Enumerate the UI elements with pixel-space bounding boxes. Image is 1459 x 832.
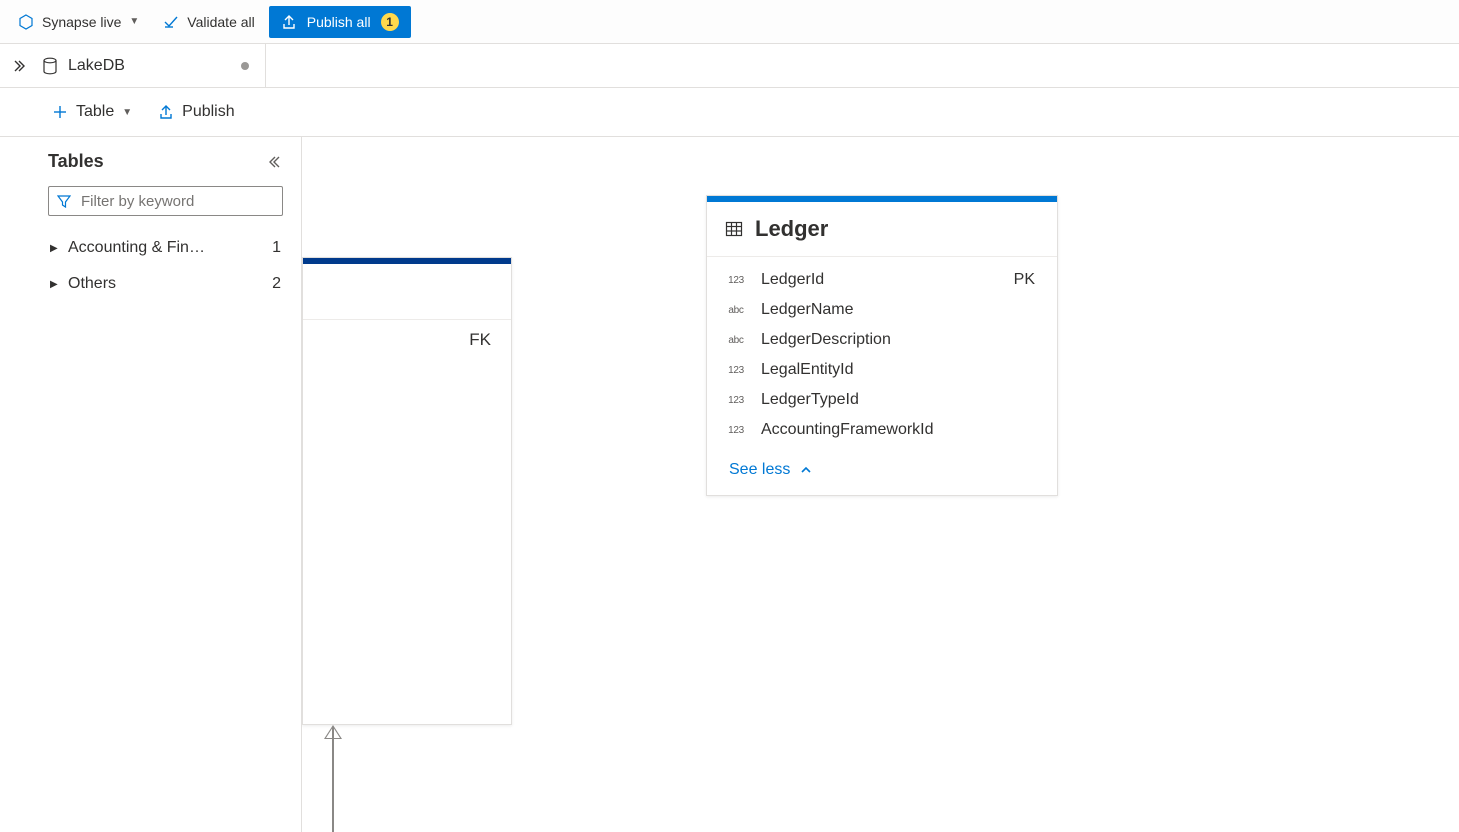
mode-switcher[interactable]: Synapse live ▼ [8,6,149,38]
top-command-bar: Synapse live ▼ Validate all Publish all … [0,0,1459,44]
column-row[interactable]: abc LedgerDescription [707,325,1057,355]
column-name: LedgerTypeId [761,391,1021,409]
type-icon-numeric: 123 [725,395,747,406]
column-name: LedgerName [761,301,1021,319]
column-key-label: FK [469,330,491,350]
publish-label: Publish [182,103,234,121]
chevron-up-icon [800,464,812,476]
tree-group-accounting[interactable]: ▶ Accounting & Fin… 1 [48,230,283,266]
entity-card-ledger[interactable]: Ledger 123 LedgerId PK abc LedgerName ab… [706,195,1058,496]
column-row[interactable]: 123 AccountingFrameworkId [707,415,1057,445]
column-name: LegalEntityId [761,361,1021,379]
tab-lakedb[interactable]: LakeDB [36,44,266,87]
tables-sidebar: Tables ▶ Accounting & Fin… 1 ▶ Others 2 [0,137,302,832]
type-icon-string: abc [725,335,747,346]
tab-title: LakeDB [68,57,125,75]
validate-label: Validate all [187,14,254,30]
entity-title: Ledger [755,216,828,242]
type-icon-numeric: 123 [725,275,747,286]
table-icon [725,220,743,238]
caret-right-icon: ▶ [50,279,58,290]
column-row[interactable]: 123 LedgerId PK [707,265,1057,295]
column-row[interactable]: 123 LedgerTypeId [707,385,1057,415]
tree-group-label: Others [68,275,262,293]
tree-group-count: 2 [272,275,281,293]
collapse-sidebar-button[interactable] [269,155,283,169]
type-icon-numeric: 123 [725,425,747,436]
plus-icon [52,104,68,120]
caret-right-icon: ▶ [50,243,58,254]
checkmark-icon [163,14,179,30]
validate-all-button[interactable]: Validate all [153,6,264,38]
designer-canvas[interactable]: FK Ledger 123 [302,137,1459,832]
mode-label: Synapse live [42,14,121,30]
see-less-label: See less [729,461,790,479]
filter-icon [57,194,71,208]
column-row[interactable]: abc LedgerName [707,295,1057,325]
publish-label: Publish all [307,14,371,30]
relation-arrow-line [332,727,334,832]
column-row[interactable]: 123 LegalEntityId [707,355,1057,385]
filter-input[interactable] [79,192,282,211]
chevron-down-icon: ▼ [129,16,139,27]
see-less-toggle[interactable]: See less [707,453,1057,495]
publish-all-button[interactable]: Publish all 1 [269,6,411,38]
add-table-label: Table [76,103,114,121]
upload-icon [158,104,174,120]
publish-count-badge: 1 [381,13,399,31]
main-split: Tables ▶ Accounting & Fin… 1 ▶ Others 2 [0,136,1459,832]
type-icon-numeric: 123 [725,365,747,376]
column-name: LedgerDescription [761,331,1021,349]
tree-group-count: 1 [272,239,281,257]
column-name: LedgerId [761,271,1000,289]
filter-input-wrapper[interactable] [48,186,283,216]
entity-columns: 123 LedgerId PK abc LedgerName abc Ledge… [707,257,1057,453]
expand-panel-button[interactable] [0,44,36,87]
publish-button[interactable]: Publish [154,96,238,128]
database-icon [42,57,58,75]
chevron-down-icon: ▼ [122,107,132,118]
upload-icon [281,14,297,30]
unsaved-indicator [241,62,249,70]
tab-bar: LakeDB [0,44,1459,88]
entity-card-partial[interactable]: FK [302,257,512,725]
synapse-icon [18,14,34,30]
column-key-label: PK [1014,271,1035,289]
add-table-button[interactable]: Table ▼ [48,96,136,128]
tree-group-others[interactable]: ▶ Others 2 [48,266,283,302]
tree-group-label: Accounting & Fin… [68,239,262,257]
column-name: AccountingFrameworkId [761,421,1021,439]
designer-toolbar: Table ▼ Publish [0,88,1459,136]
type-icon-string: abc [725,305,747,316]
sidebar-title: Tables [48,151,104,172]
entity-header [303,264,511,320]
